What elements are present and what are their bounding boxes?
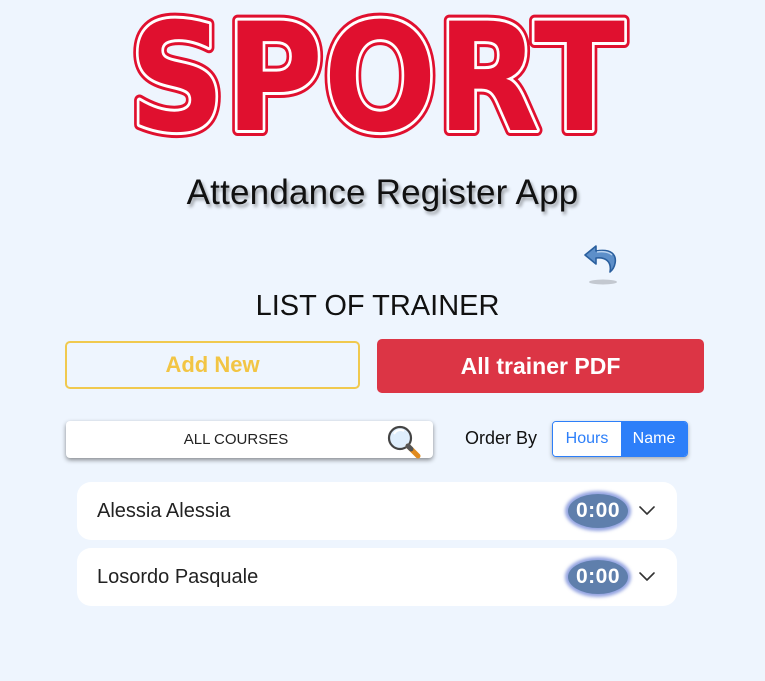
svg-text:SPORT: SPORT: [129, 12, 625, 146]
section-title: LIST OF TRAINER: [255, 290, 500, 322]
course-filter-value: ALL COURSES: [183, 431, 289, 448]
trainer-list: Alessia Alessia 0:00 Losordo Pasquale 0:…: [77, 482, 677, 614]
trainer-name: Alessia Alessia: [97, 500, 231, 522]
sport-logo: SPORT SPORT SPORT: [124, 12, 630, 146]
add-new-button[interactable]: Add New: [65, 341, 360, 389]
all-trainer-pdf-button[interactable]: All trainer PDF: [377, 339, 704, 393]
order-by-segmented-control: Hours Name: [552, 421, 688, 457]
course-filter-select[interactable]: ALL COURSES: [66, 421, 433, 459]
undo-arrow-icon: [584, 245, 617, 285]
trainer-name: Losordo Pasquale: [97, 566, 259, 588]
search-icon[interactable]: [384, 422, 424, 462]
trainer-row[interactable]: Losordo Pasquale 0:00: [77, 548, 677, 606]
order-by-label: Order By: [465, 428, 538, 448]
back-button[interactable]: [582, 242, 622, 286]
chevron-down-icon[interactable]: [638, 569, 656, 583]
trainer-row[interactable]: Alessia Alessia 0:00: [77, 482, 677, 540]
order-name-option[interactable]: Name: [621, 422, 687, 456]
order-hours-option[interactable]: Hours: [553, 422, 621, 456]
chevron-down-icon[interactable]: [638, 503, 656, 517]
hours-badge: 0:00: [568, 494, 628, 528]
app-title: Attendance Register App: [186, 173, 579, 212]
hours-badge: 0:00: [568, 560, 628, 594]
